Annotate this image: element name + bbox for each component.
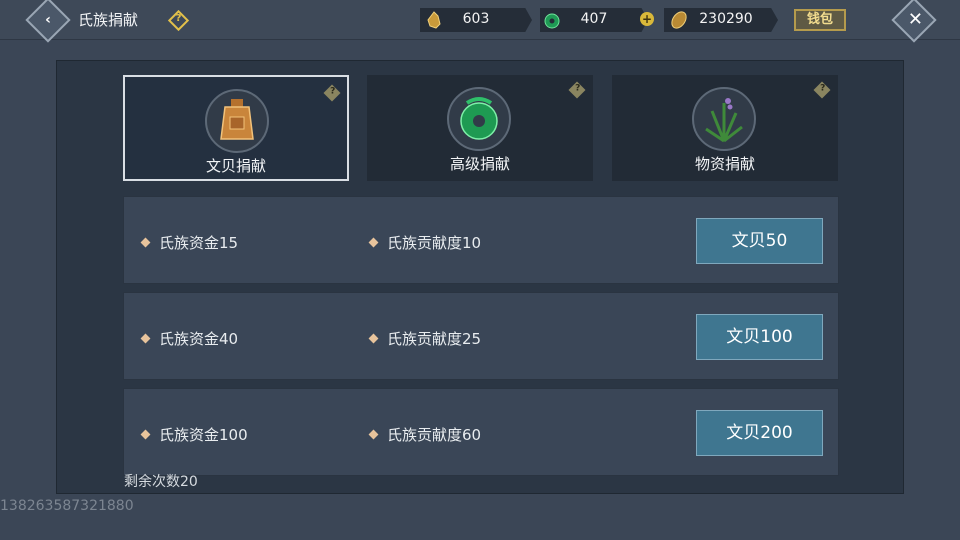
back-button[interactable]: ‹ (25, 0, 71, 43)
add-currency-button[interactable]: + (640, 12, 654, 26)
jade-ring-icon (460, 97, 498, 140)
tab-icon-frame (447, 87, 511, 151)
herb-plant-icon (705, 98, 743, 143)
fund-reward-text: 氏族资金15 (159, 234, 239, 252)
tab-wenbei-donation[interactable]: 文贝捐献 (123, 75, 349, 181)
tab-label: 高级捐献 (449, 155, 510, 173)
help-button[interactable]: ? (167, 9, 190, 32)
tab-label: 文贝捐献 (205, 157, 266, 175)
contribution-reward: 氏族贡献度10 (368, 232, 482, 253)
tab-advanced-donation[interactable]: ? 高级捐献 (367, 75, 593, 181)
close-icon: ✕ (907, 9, 923, 30)
contribution-reward: 氏族贡献度25 (368, 328, 482, 349)
top-bar: ‹ 氏族捐献 ? 603 407 + 230290 钱包 ✕ (0, 0, 960, 43)
tab-material-donation[interactable]: ? 物资捐献 (612, 75, 838, 181)
chevron-left-icon: ‹ (45, 11, 51, 28)
donation-panel: 文贝捐献 ? 高级捐献 ? 物资捐献 ? 氏族资金15 氏族贡献度10 文贝50… (56, 60, 904, 494)
contribution-reward-text: 氏族贡献度10 (387, 234, 482, 252)
contribution-reward: 氏族贡献度60 (368, 424, 482, 445)
donate-button[interactable]: 文贝200 (696, 410, 823, 456)
diamond-bullet-icon (140, 237, 151, 248)
donate-button[interactable]: 文贝100 (696, 314, 823, 360)
currency-bell-display: 603 (420, 8, 532, 32)
currency-value: 407 (580, 11, 608, 27)
diamond-bullet-icon (140, 429, 151, 440)
diamond-bullet-icon (368, 333, 379, 344)
bronze-bell-icon (220, 99, 254, 140)
diamond-bullet-icon (368, 429, 379, 440)
watermark-id: 138263587321880 (0, 498, 134, 514)
diamond-bullet-icon (140, 333, 151, 344)
fund-reward-text: 氏族资金100 (159, 426, 248, 444)
currency-value: 603 (462, 11, 490, 27)
fund-reward: 氏族资金100 (140, 424, 248, 445)
question-icon: ? (575, 83, 581, 94)
close-button[interactable]: ✕ (891, 0, 937, 43)
tab-help-button[interactable]: ? (813, 81, 831, 99)
tab-label: 物资捐献 (694, 155, 755, 173)
currency-jade-display: 407 (540, 8, 648, 32)
question-icon: ? (330, 86, 336, 97)
contribution-reward-text: 氏族贡献度60 (387, 426, 482, 444)
page-title: 氏族捐献 (78, 11, 139, 29)
donation-option-row: 氏族资金15 氏族贡献度10 文贝50 (123, 196, 839, 284)
diamond-bullet-icon (368, 237, 379, 248)
remaining-count: 剩余次数20 (124, 474, 198, 490)
tab-icon-frame (692, 87, 756, 151)
fund-reward: 氏族资金15 (140, 232, 239, 253)
wallet-button[interactable]: 钱包 (794, 9, 846, 31)
tab-help-button[interactable]: ? (568, 81, 586, 99)
question-icon: ? (820, 83, 826, 94)
fund-reward: 氏族资金40 (140, 328, 239, 349)
currency-wheat-display: 230290 (664, 8, 778, 32)
question-icon: ? (175, 13, 182, 24)
donate-button[interactable]: 文贝50 (696, 218, 823, 264)
tab-icon-frame (205, 89, 269, 153)
donation-option-row: 氏族资金40 氏族贡献度25 文贝100 (123, 292, 839, 380)
currency-value: 230290 (699, 11, 753, 27)
fund-reward-text: 氏族资金40 (159, 330, 239, 348)
contribution-reward-text: 氏族贡献度25 (387, 330, 482, 348)
donation-option-row: 氏族资金100 氏族贡献度60 文贝200 (123, 388, 839, 476)
